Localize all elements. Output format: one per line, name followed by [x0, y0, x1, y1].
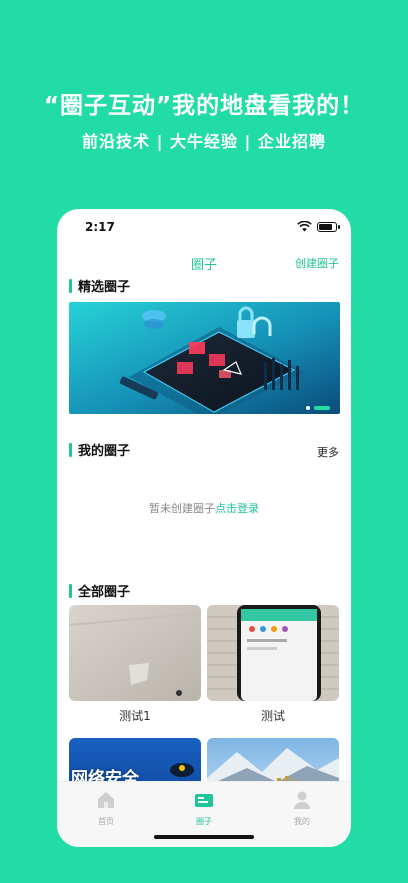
- tab-circles-label: 圈子: [196, 817, 212, 826]
- empty-state-text: 暂未创建圈子: [149, 502, 215, 515]
- circle-card-image: [207, 605, 339, 701]
- featured-banner[interactable]: [69, 302, 340, 414]
- tab-mine-label: 我的: [294, 817, 310, 826]
- tab-mine[interactable]: 我的: [272, 790, 332, 827]
- login-link[interactable]: 点击登录: [215, 502, 259, 515]
- nav-bar: 圈子 创建圈子: [57, 251, 351, 273]
- circle-card-image: [69, 605, 201, 701]
- home-indicator: [154, 835, 254, 839]
- circle-card[interactable]: 测试1: [69, 605, 201, 724]
- home-icon: [98, 792, 114, 808]
- user-icon: [294, 791, 310, 809]
- police-cap-icon: [170, 763, 194, 777]
- my-circles-section-header: 我的圈子: [69, 440, 130, 459]
- tab-circles[interactable]: 圈子: [174, 790, 234, 827]
- circle-card-label: 测试: [260, 709, 285, 723]
- pagination-dot-active[interactable]: [314, 406, 330, 410]
- featured-section-header: 精选圈子: [69, 276, 130, 295]
- status-time: 2:17: [85, 220, 115, 234]
- circle-card[interactable]: 测试: [207, 605, 339, 724]
- tab-home-label: 首页: [98, 817, 114, 826]
- my-circles-section-title: 我的圈子: [78, 444, 131, 459]
- all-circles-section-title: 全部圈子: [78, 585, 131, 600]
- featured-section-title: 精选圈子: [78, 280, 131, 295]
- promo-headline: “圈子互动”我的地盘看我的！: [43, 93, 365, 119]
- tab-bar: 首页 圈子 我的: [57, 781, 351, 847]
- security-banner-image: [69, 302, 340, 414]
- empty-state-message: 暂未创建圈子点击登录: [57, 500, 351, 516]
- section-accent-bar: [69, 278, 72, 293]
- circle-icon: [195, 794, 213, 807]
- phone-screen: 2:17 圈子 创建圈子 精选圈子 我的圈子 更多 暂未创建圈子点击登录 全部圈…: [57, 209, 351, 847]
- circle-card-label: 测试1: [119, 709, 151, 723]
- more-link[interactable]: 更多: [317, 444, 339, 460]
- section-accent-bar: [69, 583, 72, 598]
- create-circle-button[interactable]: 创建圈子: [295, 255, 339, 271]
- wifi-icon: [297, 221, 312, 232]
- battery-icon: [317, 221, 340, 232]
- pagination-dot[interactable]: [306, 406, 310, 410]
- status-bar: 2:17: [57, 209, 351, 245]
- promo-tagline: 前沿技术 | 大牛经验 | 企业招聘: [82, 132, 326, 151]
- all-circles-section-header: 全部圈子: [69, 581, 130, 600]
- section-accent-bar: [69, 442, 72, 457]
- banner-pagination: [306, 406, 330, 410]
- tab-home[interactable]: 首页: [76, 790, 136, 827]
